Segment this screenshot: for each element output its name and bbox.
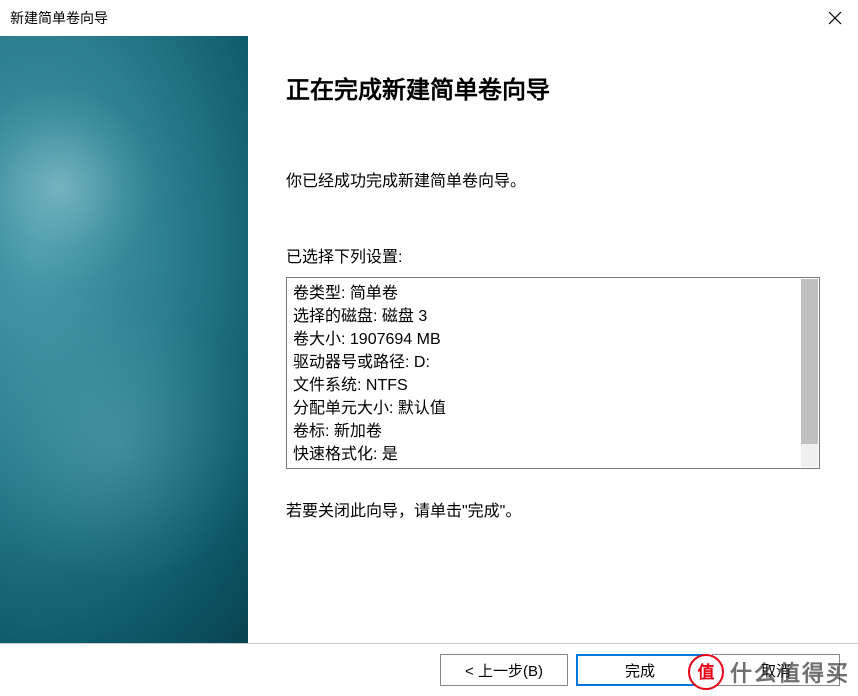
dialog-body: 正在完成新建简单卷向导 你已经成功完成新建简单卷向导。 已选择下列设置: 卷类型… [0,36,858,644]
wizard-content: 正在完成新建简单卷向导 你已经成功完成新建简单卷向导。 已选择下列设置: 卷类型… [248,36,858,643]
settings-line: 卷标: 新加卷 [293,420,813,443]
settings-line: 驱动器号或路径: D: [293,351,813,374]
close-button[interactable] [812,0,858,36]
close-icon [828,11,842,25]
settings-line: 选择的磁盘: 磁盘 3 [293,305,813,328]
settings-line: 卷类型: 简单卷 [293,282,813,305]
scrollbar-thumb[interactable] [801,279,818,444]
scrollbar[interactable] [801,279,818,467]
button-bar: < 上一步(B) 完成 取消 [0,644,858,696]
finish-button[interactable]: 完成 [576,654,704,686]
back-button[interactable]: < 上一步(B) [440,654,568,686]
settings-line: 卷大小: 1907694 MB [293,328,813,351]
wizard-sidebar-image [0,36,248,643]
settings-label: 已选择下列设置: [286,243,820,267]
cancel-button[interactable]: 取消 [712,654,840,686]
window-title: 新建简单卷向导 [10,8,108,28]
page-heading: 正在完成新建简单卷向导 [286,70,820,105]
titlebar: 新建简单卷向导 [0,0,858,36]
closing-text: 若要关闭此向导，请单击"完成"。 [286,497,820,521]
intro-text: 你已经成功完成新建简单卷向导。 [286,167,820,191]
settings-line: 分配单元大小: 默认值 [293,397,813,420]
settings-listbox[interactable]: 卷类型: 简单卷选择的磁盘: 磁盘 3卷大小: 1907694 MB驱动器号或路… [286,277,820,469]
settings-line: 文件系统: NTFS [293,374,813,397]
settings-line: 快速格式化: 是 [293,443,813,466]
